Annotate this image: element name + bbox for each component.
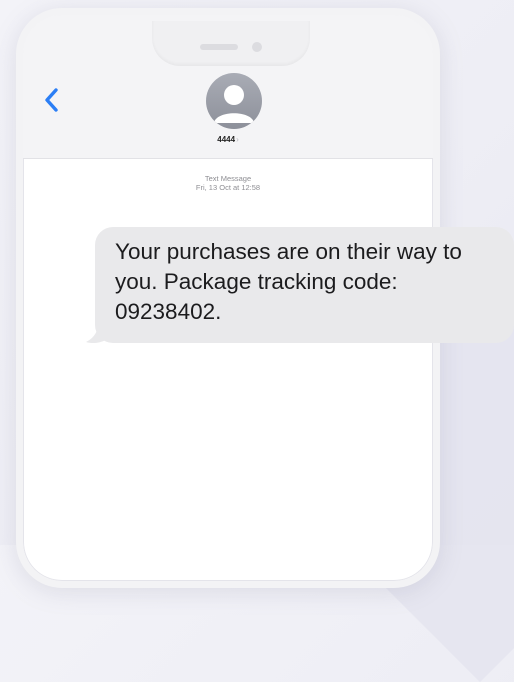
message-timestamp: Fri, 13 Oct at 12:58 bbox=[195, 183, 261, 192]
contact-avatar[interactable] bbox=[206, 73, 262, 129]
speaker-grille bbox=[200, 44, 238, 50]
person-icon bbox=[214, 85, 254, 123]
chevron-right-icon: › bbox=[236, 135, 239, 144]
message-bubble[interactable]: Your purchases are on their way to you. … bbox=[95, 227, 514, 343]
chevron-left-icon bbox=[45, 88, 58, 112]
message-type-label: Text Message bbox=[204, 174, 252, 183]
front-camera bbox=[252, 42, 262, 52]
conversation-header: 4444› bbox=[23, 15, 433, 159]
contact-name-row[interactable]: 4444› bbox=[23, 135, 433, 144]
contact-name: 4444 bbox=[217, 135, 236, 144]
message-text: Your purchases are on their way to you. … bbox=[115, 239, 462, 324]
phone-notch bbox=[152, 21, 310, 66]
back-button[interactable] bbox=[41, 85, 63, 115]
